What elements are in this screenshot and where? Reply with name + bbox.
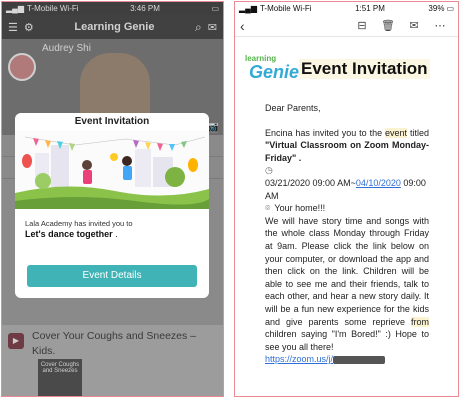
status-bar: ▂▄▆ T-Mobile Wi-Fi 1:51 PM 39% ▭ (235, 2, 458, 15)
zoom-link[interactable]: https://zoom.us/j/ (265, 354, 333, 364)
location-row: ⌾ Your home!!! (265, 202, 429, 215)
event-name-suffix: . (115, 229, 118, 239)
post-type-icon: ▶ (8, 333, 24, 349)
right-phone-screen: ▂▄▆ T-Mobile Wi-Fi 1:51 PM 39% ▭ ‹ ⊟ 🗑 ✉… (234, 1, 459, 397)
news-thumbnail[interactable]: Cover Coughs and Sneezes (38, 359, 82, 396)
battery-icon: ▭ (211, 4, 219, 13)
intro-text: Encina has invited you to the (265, 127, 383, 138)
app-title: Learning Genie (74, 21, 155, 33)
child-switch-icon[interactable]: ⚙ (24, 21, 34, 34)
email-header: learning Genie Event Invitation (245, 50, 450, 88)
left-phone-screen: ▂▄▆ T-Mobile Wi-Fi 3:46 PM ▭ ☰ ⚙ Learnin… (1, 1, 224, 397)
news-post[interactable]: ▶ Cover Your Coughs and Sneezes – Kids. … (2, 325, 223, 396)
clock-icon: ◷ (265, 165, 273, 176)
mail-toolbar: ‹ ⊟ 🗑 ✉ ⋯ (235, 15, 458, 37)
event-details-button[interactable]: Event Details (27, 265, 197, 287)
date-line: 03/21/2020 09:00 AM~04/10/2020 09:00 AM (265, 177, 429, 202)
intro-paragraph: Encina has invited you to the event titl… (265, 127, 429, 165)
battery-icon: ▭ (446, 4, 454, 13)
inviter-line: Lala Academy has invited you to (25, 219, 133, 228)
zoom-link-row: https://zoom.us/j/ (265, 353, 429, 366)
description-text-1: We will have story time and songs with t… (265, 215, 429, 327)
signal-icon: ▂▄▆ (6, 4, 24, 13)
party-illustration (15, 131, 209, 209)
carrier-label: T-Mobile Wi-Fi (259, 4, 312, 13)
date-end-link[interactable]: 04/10/2020 (356, 178, 401, 188)
back-chevron-icon[interactable]: ‹ (240, 18, 260, 34)
description-text-2: children saying "I'm Bored!" :) Hope to … (265, 329, 429, 352)
app-header: ☰ ⚙ Learning Genie ⌕ ✉ (2, 15, 223, 39)
redacted-link-part (333, 355, 386, 364)
intro-titled: titled (409, 127, 429, 138)
modal-title: Event Invitation (74, 116, 150, 127)
event-name: "Virtual Classroom on Zoom Monday- Frida… (265, 140, 429, 163)
child-name: Audrey Shi (42, 43, 91, 54)
mail-icon[interactable]: ✉ (401, 19, 427, 32)
trash-icon[interactable]: 🗑 (375, 19, 401, 32)
clock-label: 3:46 PM (130, 4, 160, 13)
greeting: Dear Parents, (265, 103, 321, 113)
search-icon[interactable]: ⌕ (195, 20, 202, 35)
event-name: Let's dance together . (15, 228, 209, 239)
description-paragraph: We will have story time and songs with t… (265, 215, 429, 354)
event-invitation-modal: Event Invitation Lala Academy has invite… (15, 113, 209, 298)
email-body: Dear Parents, Encina has invited you to … (265, 102, 429, 366)
archive-icon[interactable]: ⊟ (349, 19, 375, 32)
signal-icon: ▂▄▆ (239, 4, 257, 13)
event-name-suffix: . (298, 152, 302, 163)
event-name-text: Let's dance together (25, 229, 113, 239)
hamburger-menu-icon[interactable]: ☰ (8, 21, 18, 34)
location-pin-icon: ⌾ (265, 203, 271, 214)
description-from: from (410, 316, 429, 327)
logo-line-2: Genie (249, 62, 300, 82)
time-row: ◷ (265, 164, 429, 177)
date-start: 03/21/2020 09:00 AM~ (265, 177, 356, 188)
event-illustration (15, 131, 209, 209)
news-post-title: Cover Your Coughs and Sneezes – Kids. (32, 330, 197, 357)
intro-event-word: event (385, 127, 408, 138)
carrier-label: T-Mobile Wi-Fi (26, 4, 79, 13)
learning-genie-logo: learning Genie (245, 52, 299, 86)
battery-label: 39% (428, 4, 445, 13)
location-text: Your home!!! (274, 203, 326, 214)
status-bar: ▂▄▆ T-Mobile Wi-Fi 3:46 PM ▭ (2, 2, 223, 15)
more-options-icon[interactable]: ⋯ (427, 19, 453, 32)
clock-label: 1:51 PM (355, 4, 385, 13)
avatar[interactable] (8, 53, 36, 81)
email-title: Event Invitation (299, 59, 430, 79)
chat-icon[interactable]: ✉ (208, 21, 217, 34)
